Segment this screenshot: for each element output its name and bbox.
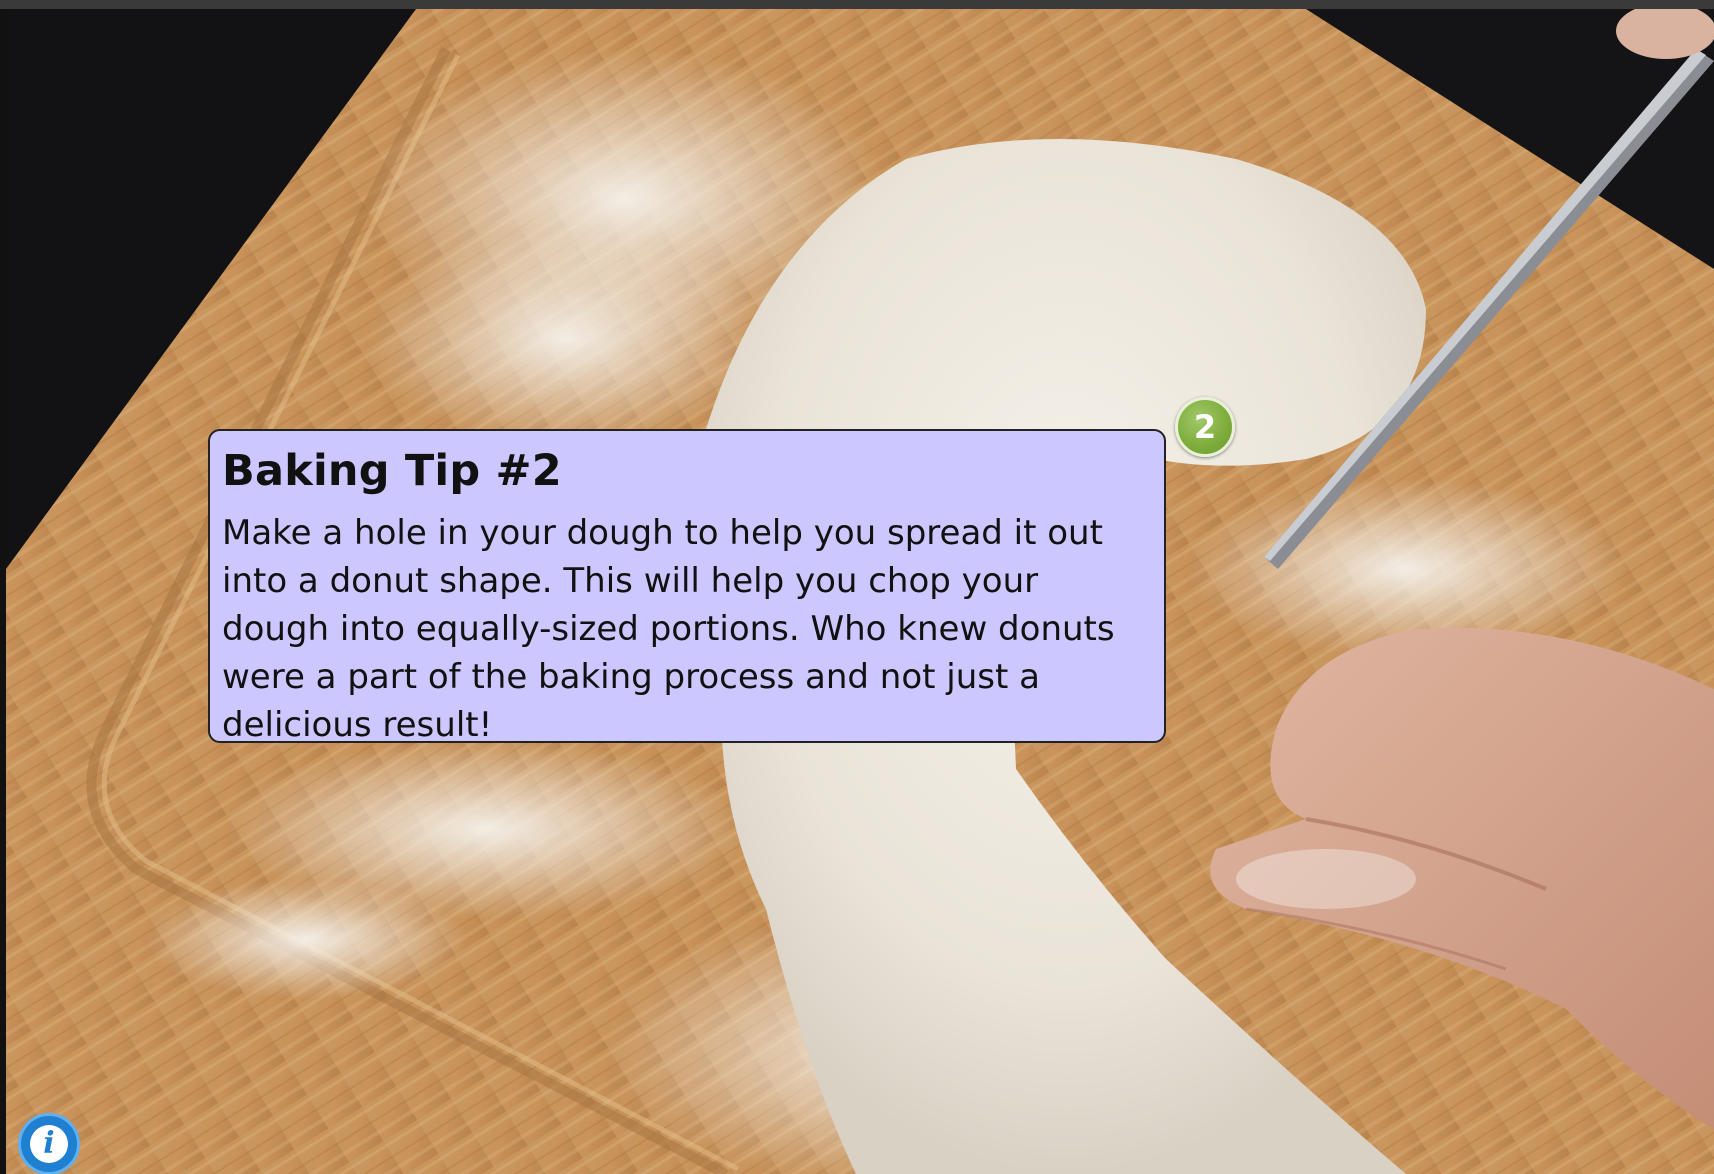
- callout-title: Baking Tip #2: [222, 446, 562, 496]
- tip-callout: Baking Tip #2 Make a hole in your dough …: [208, 429, 1166, 745]
- info-icon: i: [30, 1125, 68, 1163]
- callout-body: Make a hole in your dough to help you sp…: [222, 513, 1115, 745]
- hotspot-viewer: Baking Tip #2 Make a hole in your dough …: [0, 0, 1714, 1174]
- top-bar: [0, 0, 1714, 9]
- info-button[interactable]: i: [18, 1113, 80, 1174]
- info-glyph: i: [43, 1126, 55, 1161]
- hotspot-marker-2[interactable]: 2: [1175, 397, 1235, 457]
